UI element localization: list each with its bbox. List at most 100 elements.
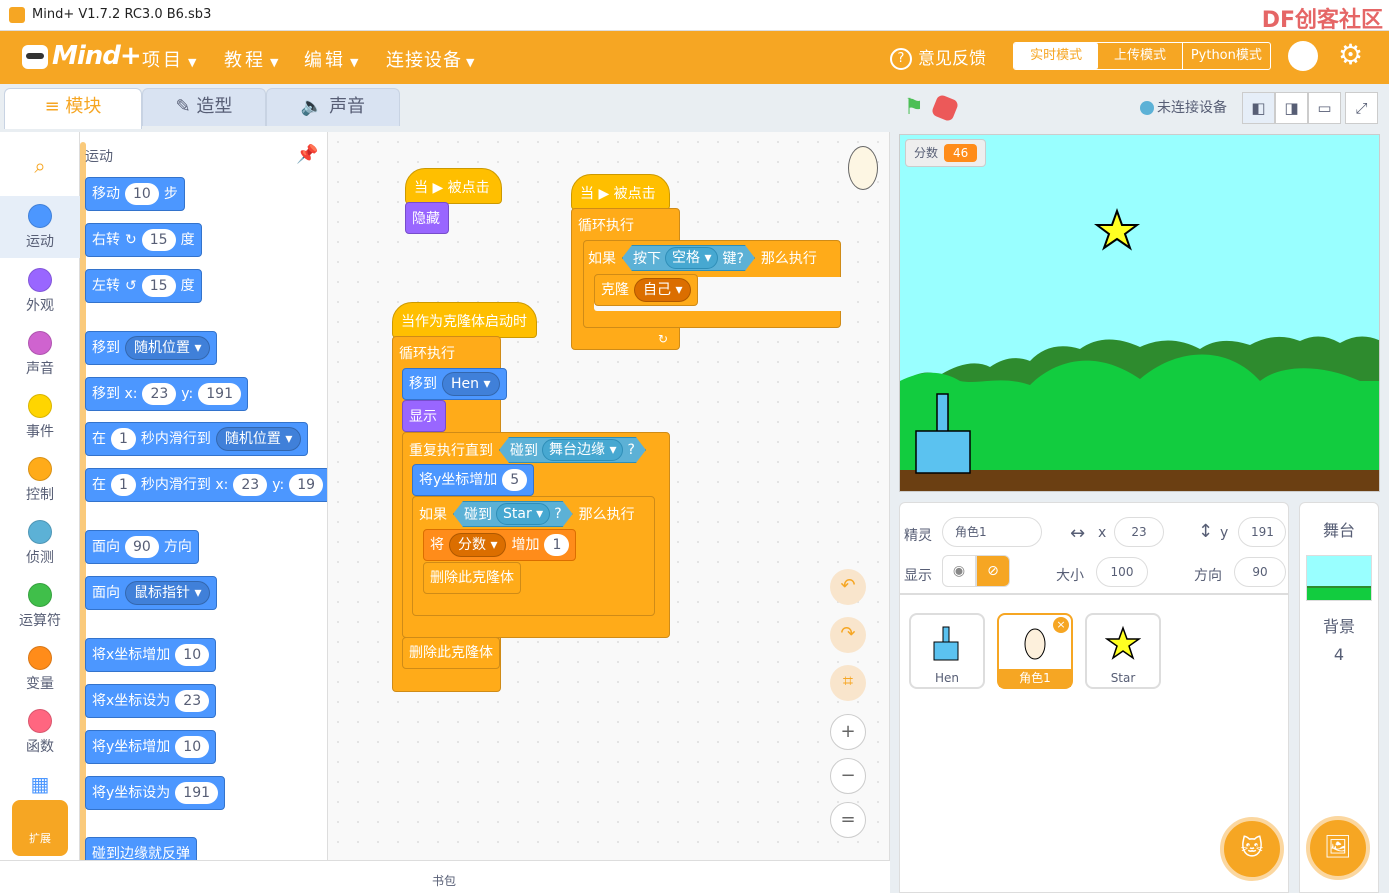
block-show[interactable]: 显示 [402,400,446,432]
block-glide[interactable]: 在 1 秒内滑行到 随机位置 ▾ [85,422,309,456]
robot-icon [22,44,48,69]
question-icon: ? [890,48,912,70]
hide-stage-icon[interactable]: ▭ [1308,92,1341,124]
block-set-x[interactable]: 将x坐标设为 23 [85,684,217,718]
mode-realtime[interactable]: 实时模式 [1014,43,1099,69]
search-icon[interactable]: ⌕ [0,146,80,186]
block-delete-clone-2[interactable]: 删除此克隆体 [402,637,500,669]
x-input[interactable]: 23 [1114,517,1164,547]
block-clone[interactable]: 克隆 自己 ▾ [594,274,698,306]
block-set-y[interactable]: 将y坐标设为 191 [85,776,226,810]
stage-scene [900,208,1379,491]
crop-icon[interactable]: ⌗ [830,665,866,701]
pin-icon[interactable]: 📌 [296,144,318,165]
category-events[interactable]: 事件 [0,386,80,448]
block-turn-left[interactable]: 左转 ↺ 15 度 [85,269,202,303]
hat-clone-start[interactable]: 当作为克隆体启动时 [392,302,537,338]
hat-green-flag-1[interactable]: 当 ▶ 被点击 [405,168,502,204]
gear-icon[interactable]: ⚙ [1338,41,1366,69]
size-input[interactable]: 100 [1096,557,1148,587]
direction-input[interactable]: 90 [1234,557,1286,587]
hen-body [915,430,971,474]
green-flag-icon[interactable]: ⚑ [904,97,926,119]
sprite-name-input[interactable]: 角色1 [942,517,1042,547]
add-backdrop-button[interactable]: 🖼 [1306,816,1370,880]
block-change-x[interactable]: 将x坐标增加 10 [85,638,217,672]
add-sprite-button[interactable]: 🐱 [1220,817,1284,881]
sensing-touching-edge: 碰到 舞台边缘 ▾? [499,437,646,463]
normal-stage-icon[interactable]: ◨ [1275,92,1308,124]
connection-status[interactable]: 未连接设备 [1140,97,1227,117]
mode-switch: 实时模式 上传模式 Python模式 [1013,42,1271,70]
code-area[interactable]: 当 ▶ 被点击 隐藏 当 ▶ 被点击 循环执行 如果 按下 空格 ▾ 键? 那么执行… [328,132,890,860]
mode-upload[interactable]: 上传模式 [1098,43,1183,69]
small-stage-icon[interactable]: ◧ [1242,92,1275,124]
fullscreen-icon[interactable]: ⤢ [1345,92,1378,124]
x-arrow-icon: ↔ [1070,523,1086,544]
hat-green-flag-2[interactable]: 当 ▶ 被点击 [571,174,670,210]
category-control[interactable]: 控制 [0,449,80,511]
feedback-button[interactable]: ? 意见反馈 [890,44,986,70]
block-goto[interactable]: 移到 随机位置 ▾ [85,331,218,365]
redo-icon[interactable]: ↷ [830,617,866,653]
block-change-y[interactable]: 将y坐标增加 10 [85,730,217,764]
block-bounce[interactable]: 碰到边缘就反弹 [85,837,197,860]
tab-sounds[interactable]: 🔈 声音 [266,88,400,126]
block-change-score[interactable]: 将分数 ▾ 增加 1 [423,529,577,561]
category-motion[interactable]: 运动 [0,196,80,258]
user-avatar[interactable] [1288,41,1318,71]
block-turn-right[interactable]: 右转 ↻ 15 度 [85,223,202,257]
menu-connect-device[interactable]: 连接设备 ▼ [386,46,474,72]
window-title: Mind+ V1.7.2 RC3.0 B6.sb3 [32,7,212,22]
tab-costumes[interactable]: ✎ 造型 [142,88,266,126]
block-goto-hen[interactable]: 移到 Hen ▾ [402,368,507,400]
block-point-direction[interactable]: 面向 90 方向 [85,530,199,564]
category-operators[interactable]: 运算符 [0,575,80,637]
menu-project[interactable]: 项目 ▼ [142,46,196,72]
block-goto-xy[interactable]: 移到 x: 23 y: 191 [85,377,248,411]
zoom-in-icon[interactable]: + [830,714,866,750]
hide-eye-icon[interactable]: ⊘ [976,555,1010,587]
delete-sprite-icon[interactable]: × [1053,617,1069,633]
sprite-costume-preview [848,146,878,190]
mode-python[interactable]: Python模式 [1183,43,1270,69]
zoom-out-icon[interactable]: − [830,758,866,794]
rotate-left-icon: ↺ [125,278,137,294]
y-arrow-icon: ↕ [1198,521,1214,542]
watermark: DF创客社区 [1261,8,1383,33]
show-eye-icon[interactable]: ◉ [942,555,976,587]
chevron-down-icon: ▼ [270,56,279,69]
extension-button[interactable]: 扩展 [12,800,68,856]
backdrop-count: 4 [1333,645,1345,664]
backpack-bar[interactable]: 书包 [0,860,890,893]
menu-edit[interactable]: 编辑 ▼ [304,46,358,72]
sprite-info-panel: 精灵 角色1 ↔ x 23 ↕ y 191 显示 ◉ ⊘ 大小 100 方向 9… [899,502,1289,594]
stop-icon[interactable] [930,93,960,123]
y-input[interactable]: 191 [1238,517,1286,547]
menu-tutorial[interactable]: 教程 ▼ [224,46,278,72]
chip-icon[interactable]: ▦ [0,772,80,796]
category-looks[interactable]: 外观 [0,260,80,322]
category-sound[interactable]: 声音 [0,323,80,385]
category-sensing[interactable]: 侦测 [0,512,80,574]
block-move[interactable]: 移动 10 步 [85,177,185,211]
sprite-list: Hen 角色1 × Star 🐱 [899,594,1289,893]
category-menu: ⌕ 运动 外观 声音 事件 控制 侦测 运算符 变量 函数 ▦ [0,132,80,860]
category-variables[interactable]: 变量 [0,638,80,700]
undo-icon[interactable]: ↶ [830,569,866,605]
zoom-reset-icon[interactable]: = [830,802,866,838]
sprite-tile-star[interactable]: Star [1085,613,1161,689]
tab-blocks[interactable]: ≡ 模块 [4,88,142,129]
block-glide-xy[interactable]: 在 1 秒内滑行到 x: 23 y: 19 [85,468,327,502]
chevron-down-icon: ▼ [466,56,475,69]
app-logo: Mind+ [22,41,142,71]
sprite-tile-role1[interactable]: 角色1 × [997,613,1073,689]
category-functions[interactable]: 函数 [0,701,80,763]
sprite-tile-hen[interactable]: Hen [909,613,985,689]
stage-canvas[interactable]: 分数 46 [899,134,1380,492]
score-monitor[interactable]: 分数 46 [905,139,987,167]
block-point-towards[interactable]: 面向 鼠标指针 ▾ [85,576,218,610]
block-delete-clone-1[interactable]: 删除此克隆体 [423,562,521,594]
block-hide[interactable]: 隐藏 [405,202,449,234]
block-change-y-script[interactable]: 将y坐标增加 5 [412,464,535,496]
